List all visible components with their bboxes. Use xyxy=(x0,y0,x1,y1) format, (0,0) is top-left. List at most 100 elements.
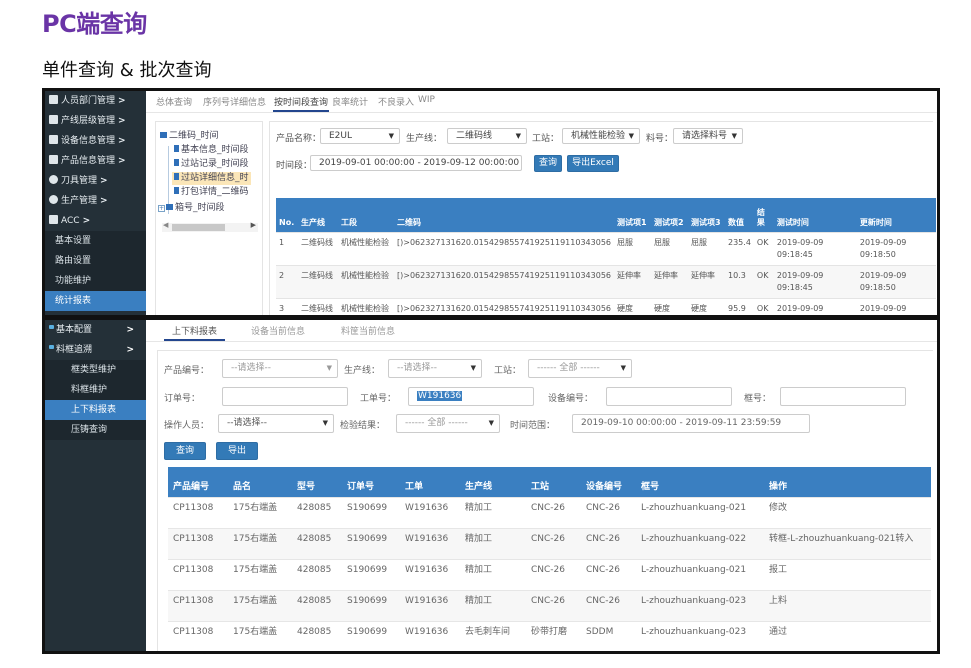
cell-station: CNC-26 xyxy=(526,589,581,621)
col-test3[interactable]: 测试项3 xyxy=(688,198,725,232)
cell-operation: 通过 xyxy=(764,620,931,651)
tab-time-range-query[interactable]: 按时间段查询 xyxy=(272,95,330,112)
time-period-input[interactable]: 2019-09-01 00:00:00 - 2019-09-12 00:00:0… xyxy=(310,155,522,171)
station-select[interactable]: ------ 全部 ------ ▼ xyxy=(528,359,632,378)
export-excel-button[interactable]: 导出Excel xyxy=(567,155,619,172)
caret-down-icon: ▼ xyxy=(470,364,476,372)
col-test2[interactable]: 测试项2 xyxy=(651,198,688,232)
col-station[interactable]: 工站 xyxy=(526,467,581,497)
production-line-label: 生产线： xyxy=(344,366,381,376)
col-test1[interactable]: 测试项1 xyxy=(614,198,651,232)
table-row[interactable]: CP11308 175右端盖 428085 S190699 W191636 精加… xyxy=(168,527,931,559)
col-product-code[interactable]: 产品编号 xyxy=(168,467,228,497)
production-line-select[interactable]: 二维码线 ▼ xyxy=(447,128,527,144)
table-row[interactable]: 3 二维码线 机械性能检验 [)>062327131620.0154298557… xyxy=(276,297,936,315)
tree-node[interactable]: 基本信息_时间段 xyxy=(174,144,249,157)
cell-model: 428085 xyxy=(292,558,342,590)
sidebar-item-frame-trace[interactable]: 料框追溯 > xyxy=(45,340,146,360)
col-product-name[interactable]: 品名 xyxy=(228,467,292,497)
cell-product-name: 175右端盖 xyxy=(228,527,292,559)
product-name-select[interactable]: E2UL ▼ xyxy=(320,128,400,144)
table-row[interactable]: CP11308 175右端盖 428085 S190699 W191636 去毛… xyxy=(168,620,931,651)
material-select[interactable]: 请选择料号 ▼ xyxy=(673,128,743,144)
col-no[interactable]: No. xyxy=(276,198,298,232)
inspection-result-select[interactable]: ------ 全部 ------ ▼ xyxy=(396,414,500,433)
col-equipment[interactable]: 设备编号 xyxy=(581,467,636,497)
tab-loading-report[interactable]: 上下料报表 xyxy=(163,324,226,341)
sidebar-subitem-frame-maintenance[interactable]: 料框维护 xyxy=(45,380,146,400)
cell-qrcode: [)>062327131620.015429855741925119110343… xyxy=(394,297,614,315)
users-icon xyxy=(49,95,58,104)
tree-node-box-time[interactable]: + 箱号_时间段 xyxy=(158,202,225,215)
tab-defect-entry[interactable]: 不良录入 xyxy=(378,95,414,108)
col-work-order[interactable]: 工单 xyxy=(400,467,460,497)
sidebar-item-tool[interactable]: 刀具管理 > xyxy=(45,171,146,191)
tab-yield-stats[interactable]: 良率统计 xyxy=(332,95,368,108)
sidebar-item-device[interactable]: 设备信息管理 > xyxy=(45,131,146,151)
chevron-right-icon: > xyxy=(126,345,134,355)
export-button[interactable]: 导出 xyxy=(216,442,258,460)
col-update-time[interactable]: 更新时间 xyxy=(856,198,936,232)
sidebar-subitem-basic-settings[interactable]: 基本设置 xyxy=(45,231,146,251)
sidebar-item-product[interactable]: 产品信息管理 > xyxy=(45,151,146,171)
doc-title: PC端查询 xyxy=(42,10,147,38)
cell-result: OK xyxy=(753,264,774,298)
work-order-input[interactable]: W191636 xyxy=(408,387,534,406)
col-line[interactable]: 生产线 xyxy=(460,467,526,497)
cell-work-order: W191636 xyxy=(400,496,460,528)
col-frame[interactable]: 框号 xyxy=(636,467,764,497)
folder-icon xyxy=(166,204,173,210)
tab-frame-info[interactable]: 料筐当前信息 xyxy=(341,324,395,337)
col-order[interactable]: 订单号 xyxy=(342,467,400,497)
col-value[interactable]: 数值 xyxy=(725,198,754,232)
sidebar-subitem-statistics[interactable]: 统计报表 xyxy=(45,291,146,311)
sidebar-item-line-hierarchy[interactable]: 产线层级管理 > xyxy=(45,111,146,131)
col-line[interactable]: 生产线 xyxy=(298,198,338,232)
sidebar-subitem-loading-report[interactable]: 上下料报表 xyxy=(45,400,146,420)
product-code-select[interactable]: --请选择-- ▼ xyxy=(222,359,338,378)
expand-icon[interactable]: + xyxy=(158,205,165,212)
tree-node[interactable]: 过站记录_时间段 xyxy=(174,158,249,171)
equipment-number-input[interactable] xyxy=(606,387,732,406)
tab-equipment-info[interactable]: 设备当前信息 xyxy=(251,324,305,337)
query-button[interactable]: 查询 xyxy=(164,442,206,460)
tree-node-selected[interactable]: 过站详细信息_时 xyxy=(172,172,251,185)
station-select[interactable]: 机械性能检验 ▼ xyxy=(562,128,640,144)
tab-wip[interactable]: WIP xyxy=(418,95,435,105)
sidebar-subitem-function[interactable]: 功能维护 xyxy=(45,271,146,291)
sidebar-item-acc[interactable]: ACC > xyxy=(45,211,146,231)
sidebar-item-production[interactable]: 生产管理 > xyxy=(45,191,146,211)
table-row[interactable]: 2 二维码线 机械性能检验 [)>062327131620.0154298557… xyxy=(276,264,936,298)
table-row[interactable]: CP11308 175右端盖 428085 S190699 W191636 精加… xyxy=(168,589,931,621)
col-section[interactable]: 工段 xyxy=(338,198,394,232)
table-row[interactable]: 1 二维码线 机械性能检验 [)>062327131620.0154298557… xyxy=(276,231,936,265)
operator-select[interactable]: --请选择-- ▼ xyxy=(218,414,334,433)
table-row[interactable]: CP11308 175右端盖 428085 S190699 W191636 精加… xyxy=(168,496,931,528)
scrollbar-thumb[interactable] xyxy=(172,224,225,231)
col-test-time[interactable]: 测试时间 xyxy=(773,198,857,232)
chevron-right-icon: > xyxy=(118,156,126,166)
time-range-input[interactable]: 2019-09-10 00:00:00 - 2019-09-11 23:59:5… xyxy=(572,414,810,433)
production-line-select[interactable]: --请选择-- ▼ xyxy=(388,359,482,378)
table-row[interactable]: CP11308 175右端盖 428085 S190699 W191636 精加… xyxy=(168,558,931,590)
scroll-right-icon[interactable]: ▶ xyxy=(251,221,256,229)
horizontal-scrollbar[interactable]: ◀ ▶ xyxy=(162,221,258,232)
tree-node-qrcode-time[interactable]: 二维码_时间 xyxy=(160,130,219,143)
sidebar-item-personnel[interactable]: 人员部门管理 > xyxy=(45,91,146,111)
order-number-input[interactable] xyxy=(222,387,348,406)
scroll-left-icon[interactable]: ◀ xyxy=(163,221,168,229)
col-operation[interactable]: 操作 xyxy=(764,467,931,497)
tab-serial-detail[interactable]: 序列号详细信息 xyxy=(203,95,266,108)
sidebar-item-basic-config[interactable]: 基本配置 > xyxy=(45,320,146,340)
sidebar-subitem-frame-type[interactable]: 框类型维护 xyxy=(45,360,146,380)
tab-overall-query[interactable]: 总体查询 xyxy=(156,95,192,108)
col-result[interactable]: 结果 xyxy=(753,198,774,232)
col-model[interactable]: 型号 xyxy=(292,467,342,497)
frame-number-input[interactable] xyxy=(780,387,906,406)
tree-node[interactable]: 打包详情_二维码 xyxy=(174,186,249,199)
sidebar-submenu: 基本设置 路由设置 功能维护 统计报表 xyxy=(45,231,146,311)
sidebar-subitem-die-casting[interactable]: 压铸查询 xyxy=(45,420,146,440)
query-button[interactable]: 查询 xyxy=(534,155,562,172)
col-qrcode[interactable]: 二维码 xyxy=(394,198,614,232)
sidebar-subitem-routing[interactable]: 路由设置 xyxy=(45,251,146,271)
